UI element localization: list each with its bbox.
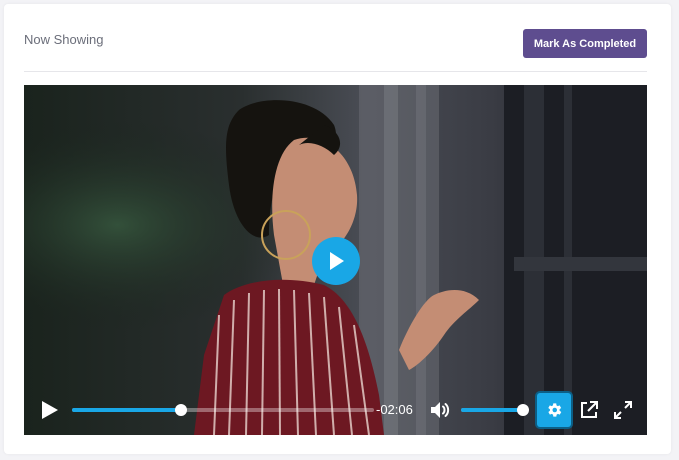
progress-handle[interactable] <box>174 404 187 416</box>
volume-handle[interactable] <box>517 404 529 416</box>
play-button[interactable] <box>40 399 60 421</box>
mute-button[interactable] <box>429 399 451 421</box>
progress-fill <box>72 408 181 412</box>
play-icon <box>330 252 344 270</box>
video-player[interactable]: -02:06 <box>24 85 647 435</box>
progress-bar[interactable] <box>72 404 374 416</box>
fullscreen-icon <box>614 401 632 419</box>
card-title: Now Showing <box>24 32 104 47</box>
fullscreen-button[interactable] <box>612 399 634 421</box>
player-controls: -02:06 <box>24 385 647 435</box>
divider <box>24 71 647 72</box>
volume-fill <box>461 408 523 412</box>
volume-slider[interactable] <box>461 404 529 416</box>
play-icon <box>42 401 58 419</box>
gear-icon <box>548 403 562 417</box>
volume-icon <box>431 402 450 418</box>
external-link-icon <box>581 401 598 418</box>
time-remaining: -02:06 <box>376 402 413 417</box>
mark-as-completed-button[interactable]: Mark As Completed <box>523 29 647 58</box>
big-play-button[interactable] <box>312 237 360 285</box>
popout-button[interactable] <box>578 399 600 421</box>
video-card: Now Showing Mark As Completed -02:06 <box>4 4 671 454</box>
settings-button[interactable] <box>537 393 571 427</box>
